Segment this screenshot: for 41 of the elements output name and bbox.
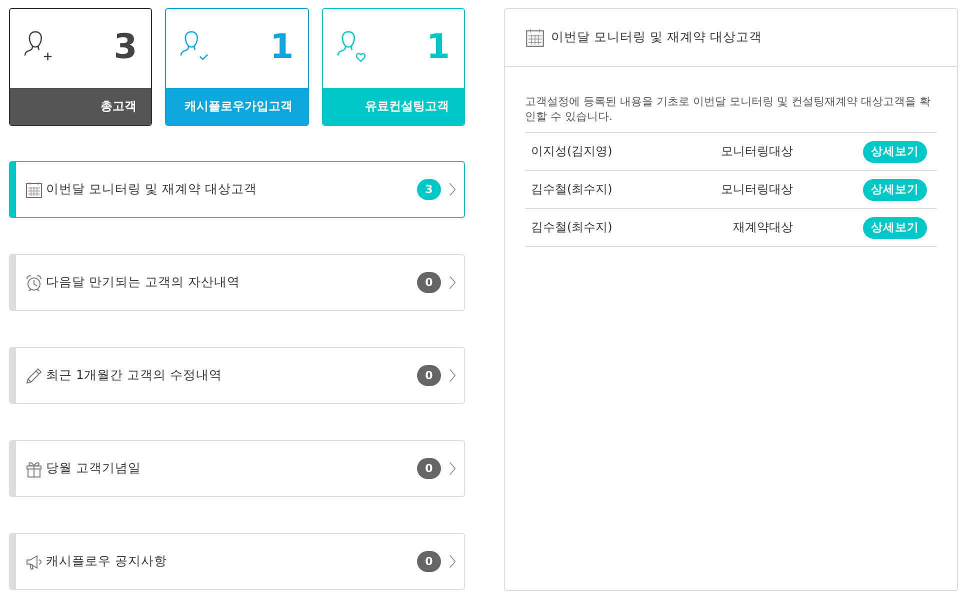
menu-item[interactable]: 당월 고객기념일 0 <box>9 440 465 497</box>
stat-count: 1 <box>270 26 294 66</box>
stat-label: 유료컨설팅고객 <box>322 88 464 125</box>
chevron-right-icon <box>449 275 456 290</box>
target-type: 재계약대상 <box>732 219 794 236</box>
stat-count: 3 <box>114 26 138 66</box>
stat-card[interactable]: 3 총고객 <box>9 8 152 126</box>
chevron-right-icon <box>449 554 456 569</box>
stat-count: 1 <box>426 26 450 66</box>
menu-label: 당월 고객기념일 <box>46 460 142 477</box>
count-badge: 0 <box>417 551 441 572</box>
alarm-clock-icon <box>25 274 43 292</box>
menu-item[interactable]: 이번달 모니터링 및 재계약 대상고객 3 <box>9 161 465 218</box>
customer-name: 이지성(김지영) <box>531 143 614 160</box>
customer-name: 김수철(최수지) <box>531 181 614 198</box>
menu-label: 이번달 모니터링 및 재계약 대상고객 <box>46 181 258 198</box>
pencil-icon <box>25 366 43 384</box>
calendar-icon <box>525 28 545 48</box>
menu-label: 다음달 만기되는 고객의 자산내역 <box>46 274 241 291</box>
chevron-right-icon <box>449 368 456 383</box>
menu-label: 캐시플로우 공지사항 <box>46 553 168 570</box>
description: 고객설정에 등록된 내용을 기초로 이번달 모니터링 및 컨설팅재계약 대상고객을 확인할 수 있습니다. <box>525 94 932 124</box>
menu-item[interactable]: 캐시플로우 공지사항 0 <box>9 533 465 590</box>
count-badge: 0 <box>417 272 441 293</box>
chevron-right-icon <box>449 461 456 476</box>
megaphone-icon <box>25 552 43 570</box>
menu-label: 최근 1개월간 고객의 수정내역 <box>46 367 223 384</box>
stat-label: 총고객 <box>10 88 152 125</box>
calendar-icon <box>25 180 43 198</box>
menu-item[interactable]: 다음달 만기되는 고객의 자산내역 0 <box>9 254 465 311</box>
customer-name: 김수철(최수지) <box>531 219 614 236</box>
count-badge: 0 <box>417 458 441 479</box>
target-type: 모니터링대상 <box>720 143 794 160</box>
count-badge: 0 <box>417 365 441 386</box>
target-type: 모니터링대상 <box>720 181 794 198</box>
chevron-right-icon <box>449 182 456 197</box>
stat-label: 캐시플로우가입고객 <box>166 88 308 125</box>
menu-item[interactable]: 최근 1개월간 고객의 수정내역 0 <box>9 347 465 404</box>
gift-icon <box>25 460 43 478</box>
panel-title: 이번달 모니터링 및 재계약 대상고객 <box>551 29 762 46</box>
count-badge: 3 <box>417 179 441 200</box>
